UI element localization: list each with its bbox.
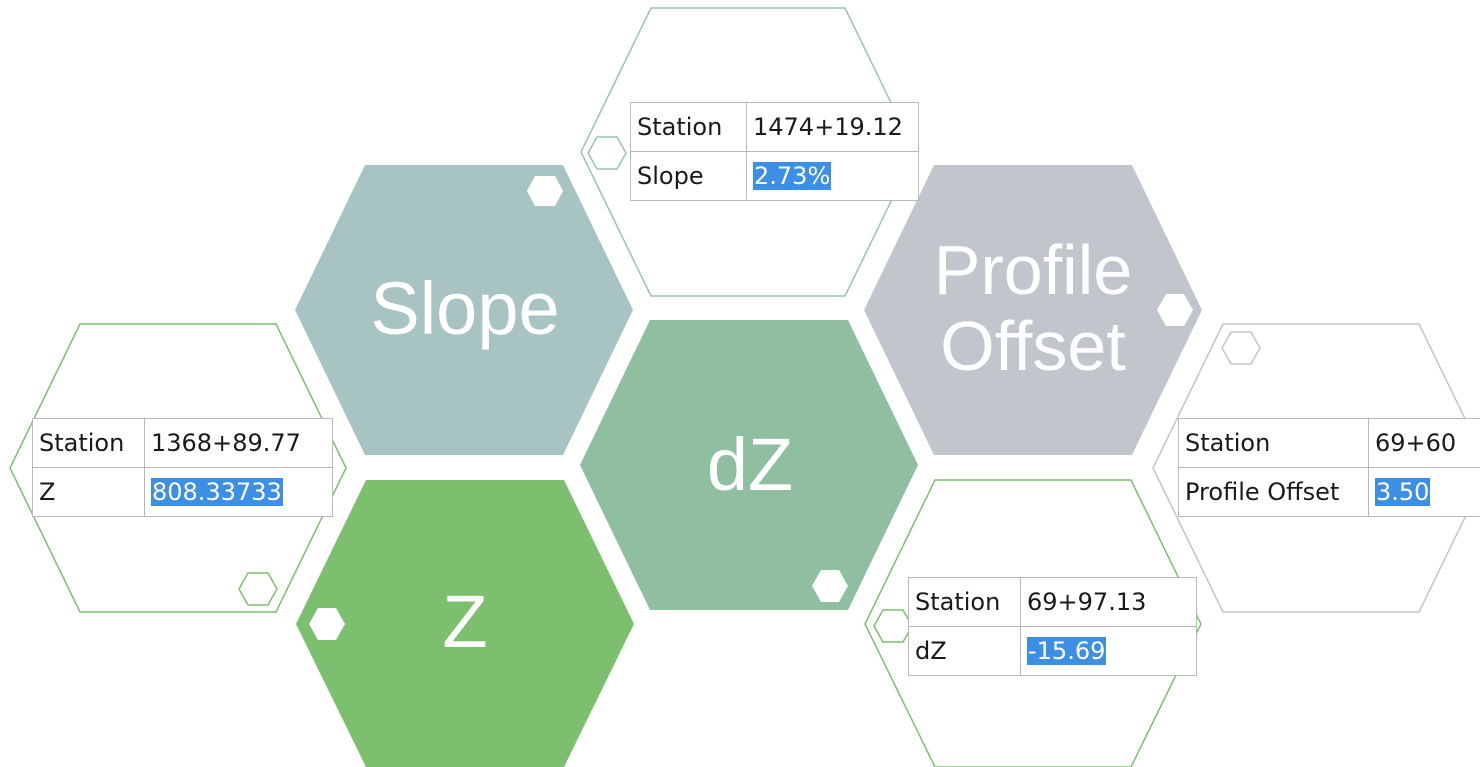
table-row: Profile Offset 3.50 [1178, 467, 1480, 517]
station-value: 1474+19.12 [746, 102, 919, 152]
slope-value: 2.73% [753, 162, 832, 190]
station-label: Station [908, 577, 1021, 627]
slope-value-cell[interactable]: 2.73% [746, 151, 919, 201]
table-row: Station 69+97.13 [908, 577, 1197, 627]
station-label: Station [32, 418, 145, 468]
table-row: dZ -15.69 [908, 626, 1197, 676]
table-row: Slope 2.73% [630, 151, 919, 201]
table-row: Station 1474+19.12 [630, 102, 919, 152]
dz-property-table: Station 69+97.13 dZ -15.69 [908, 577, 1197, 676]
station-value: 69+97.13 [1020, 577, 1197, 627]
z-value-cell[interactable]: 808.33733 [144, 467, 333, 517]
z-value: 808.33733 [151, 478, 283, 506]
profile-offset-label-line1: Profile [933, 231, 1133, 309]
station-label: Station [1178, 418, 1369, 468]
z-property-table: Station 1368+89.77 Z 808.33733 [32, 418, 333, 517]
profile-offset-property-table: Station 69+60 Profile Offset 3.50 [1178, 418, 1480, 517]
profile-offset-label-line2: Offset [940, 307, 1126, 385]
profile-offset-value: 3.50 [1375, 478, 1431, 506]
dz-value-cell[interactable]: -15.69 [1020, 626, 1197, 676]
station-value: 1368+89.77 [144, 418, 333, 468]
table-row: Z 808.33733 [32, 467, 333, 517]
profile-offset-hexagon-label: Profile Offset [898, 232, 1168, 384]
dz-value: -15.69 [1027, 637, 1107, 665]
station-label: Station [630, 102, 747, 152]
dz-hexagon-label: dZ [706, 423, 794, 506]
profile-offset-value-cell[interactable]: 3.50 [1368, 467, 1480, 517]
station-value: 69+60 [1368, 418, 1480, 468]
small-outline-hexagon-profile-offset-table [1221, 331, 1261, 365]
z-label: Z [32, 467, 145, 517]
table-row: Station 1368+89.77 [32, 418, 333, 468]
z-hexagon-label: Z [442, 580, 488, 663]
profile-offset-label: Profile Offset [1178, 467, 1369, 517]
small-outline-hexagon-z-table [238, 572, 278, 606]
slope-label: Slope [630, 151, 747, 201]
small-outline-hexagon-dz-table [873, 609, 913, 643]
slope-property-table: Station 1474+19.12 Slope 2.73% [630, 102, 919, 201]
small-outline-hexagon-slope-table [587, 136, 627, 170]
table-row: Station 69+60 [1178, 418, 1480, 468]
slope-hexagon-label: Slope [370, 267, 560, 350]
dz-label: dZ [908, 626, 1021, 676]
